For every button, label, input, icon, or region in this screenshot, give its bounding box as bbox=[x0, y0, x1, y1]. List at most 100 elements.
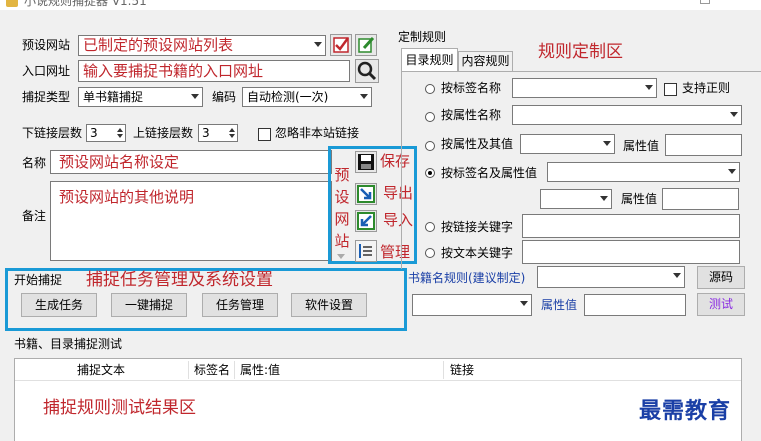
by-attr-name-label: 按属性名称 bbox=[441, 108, 502, 122]
bookname-attr-value-input[interactable] bbox=[584, 294, 686, 316]
arrow-up-icon[interactable] bbox=[229, 128, 235, 132]
chevron-down-icon bbox=[673, 273, 681, 278]
rules-annotation: 规则定制区 bbox=[538, 42, 623, 62]
bookname-rule-select[interactable] bbox=[537, 266, 685, 288]
arrow-down-icon[interactable] bbox=[117, 134, 123, 138]
column-header[interactable]: 链接 bbox=[450, 360, 474, 380]
chevron-down-icon bbox=[600, 196, 608, 201]
preset-site-label: 预设网站 bbox=[22, 38, 71, 52]
tag-select-2[interactable] bbox=[547, 162, 740, 182]
attr-value-label-2: 属性值 bbox=[621, 192, 658, 206]
attr-select-3[interactable] bbox=[540, 189, 612, 209]
by-tag-attr-radio[interactable] bbox=[425, 168, 435, 178]
capture-type-label: 捕捉类型 bbox=[22, 90, 71, 104]
text-keyword-input[interactable] bbox=[522, 240, 740, 264]
maximize-icon[interactable] bbox=[700, 0, 710, 4]
by-tag-attr-label: 按标签名及属性值 bbox=[441, 166, 538, 180]
link-keyword-input[interactable] bbox=[522, 214, 740, 238]
preset-vertical-char: 预 bbox=[334, 166, 350, 184]
column-header[interactable]: 捕捉文本 bbox=[77, 360, 125, 380]
note-label: 备注 bbox=[22, 209, 47, 223]
export-button[interactable] bbox=[355, 183, 377, 205]
attr-name-select-2[interactable] bbox=[520, 134, 615, 154]
preset-vertical-char: 站 bbox=[334, 232, 350, 250]
attr-value-input-2[interactable] bbox=[662, 188, 739, 210]
capture-type-select[interactable]: 单书籍捕捉 bbox=[78, 87, 203, 107]
software-settings-button[interactable]: 软件设置 bbox=[291, 293, 367, 317]
results-table[interactable]: 捕捉文本 标签名 属性:值 链接 捕捉规则测试结果区 最需教育 bbox=[14, 358, 742, 441]
column-header[interactable]: 标签名 bbox=[194, 360, 230, 380]
results-title: 书籍、目录捕捉测试 bbox=[14, 337, 123, 351]
list-icon bbox=[359, 244, 372, 258]
entry-url-input[interactable]: 输入要捕捉书籍的入口网址 bbox=[78, 60, 350, 82]
app-icon bbox=[6, 0, 18, 7]
chevron-down-icon bbox=[360, 94, 368, 99]
name-label: 名称 bbox=[22, 156, 47, 170]
preset-site-select[interactable]: 已制定的预设网站列表 bbox=[78, 35, 326, 56]
window-title: 小说规则捕捉器 V1.51 bbox=[24, 0, 147, 8]
encoding-select[interactable]: 自动检测(一次) bbox=[242, 87, 372, 107]
save-button[interactable] bbox=[355, 151, 377, 173]
title-bar: 小说规则捕捉器 V1.51 bbox=[0, 0, 761, 10]
by-tag-radio[interactable] bbox=[425, 84, 435, 94]
chevron-down-icon bbox=[191, 94, 199, 99]
by-tag-label: 按标签名称 bbox=[441, 81, 502, 95]
tag-name-select[interactable] bbox=[512, 78, 657, 98]
by-text-keyword-label: 按文本关键字 bbox=[441, 246, 514, 260]
generate-task-button[interactable]: 生成任务 bbox=[21, 293, 97, 317]
import-icon bbox=[357, 212, 375, 230]
note-textarea[interactable]: 预设网站的其他说明 bbox=[50, 181, 332, 261]
chevron-down-icon bbox=[728, 169, 736, 174]
edit-icon bbox=[358, 36, 375, 53]
watermark-logo: 最需教育 bbox=[639, 398, 732, 424]
one-click-capture-button[interactable]: 一键捕捉 bbox=[111, 293, 187, 317]
chevron-down-icon bbox=[314, 42, 322, 47]
lower-levels-label: 下链接层数 bbox=[22, 126, 83, 140]
arrow-down-icon[interactable] bbox=[229, 134, 235, 138]
tab-content-rules[interactable]: 内容规则 bbox=[458, 51, 513, 72]
name-input[interactable]: 预设网站名称设定 bbox=[50, 150, 332, 174]
bookname-rule-label: 书籍名规则(建议制定) bbox=[408, 271, 526, 285]
preset-vertical-char: 网 bbox=[334, 210, 350, 228]
ignore-external-checkbox[interactable] bbox=[258, 128, 271, 141]
preset-vertical-char: 设 bbox=[334, 188, 350, 206]
search-icon bbox=[357, 61, 377, 81]
tab-directory-rules[interactable]: 目录规则 bbox=[401, 48, 458, 72]
column-header[interactable]: 属性:值 bbox=[240, 360, 280, 380]
entry-url-label: 入口网址 bbox=[22, 64, 71, 78]
task-manager-button[interactable]: 任务管理 bbox=[202, 293, 278, 317]
attr-value-input[interactable] bbox=[665, 134, 742, 156]
results-annotation: 捕捉规则测试结果区 bbox=[43, 398, 196, 418]
by-attr-value-radio[interactable] bbox=[425, 141, 435, 151]
chevron-down-icon[interactable] bbox=[337, 254, 345, 259]
chevron-down-icon bbox=[520, 301, 528, 306]
bookname-attr-select[interactable] bbox=[412, 294, 532, 316]
chevron-down-icon bbox=[603, 141, 611, 146]
start-capture-annotation: 捕捉任务管理及系统设置 bbox=[86, 270, 273, 290]
regex-label: 支持正则 bbox=[682, 81, 731, 95]
arrow-up-icon[interactable] bbox=[117, 128, 123, 132]
floppy-disk-icon bbox=[358, 154, 374, 170]
by-attr-name-radio[interactable] bbox=[425, 112, 435, 122]
validate-button[interactable] bbox=[330, 34, 352, 56]
checkmark-icon bbox=[333, 37, 350, 53]
upper-levels-label: 上链接层数 bbox=[133, 126, 194, 140]
edit-button[interactable] bbox=[355, 34, 377, 56]
by-link-keyword-radio[interactable] bbox=[425, 222, 435, 232]
source-button[interactable]: 源码 bbox=[697, 266, 745, 289]
test-button[interactable]: 测试 bbox=[697, 293, 745, 316]
attr-name-select[interactable] bbox=[512, 105, 742, 125]
search-button[interactable] bbox=[355, 59, 379, 83]
by-attr-value-label: 按属性及其值 bbox=[441, 137, 514, 151]
import-button[interactable] bbox=[355, 210, 377, 232]
ignore-external-label: 忽略非本站链接 bbox=[275, 126, 360, 140]
export-icon bbox=[357, 185, 375, 203]
column-divider bbox=[188, 361, 189, 379]
start-capture-title: 开始捕捉 bbox=[14, 273, 63, 287]
upper-levels-stepper[interactable]: 3 bbox=[198, 124, 238, 142]
regex-checkbox[interactable] bbox=[664, 83, 677, 96]
manage-button[interactable] bbox=[355, 240, 377, 262]
lower-levels-stepper[interactable]: 3 bbox=[86, 124, 126, 142]
results-header: 捕捉文本 标签名 属性:值 链接 bbox=[15, 359, 741, 381]
by-text-keyword-radio[interactable] bbox=[425, 248, 435, 258]
